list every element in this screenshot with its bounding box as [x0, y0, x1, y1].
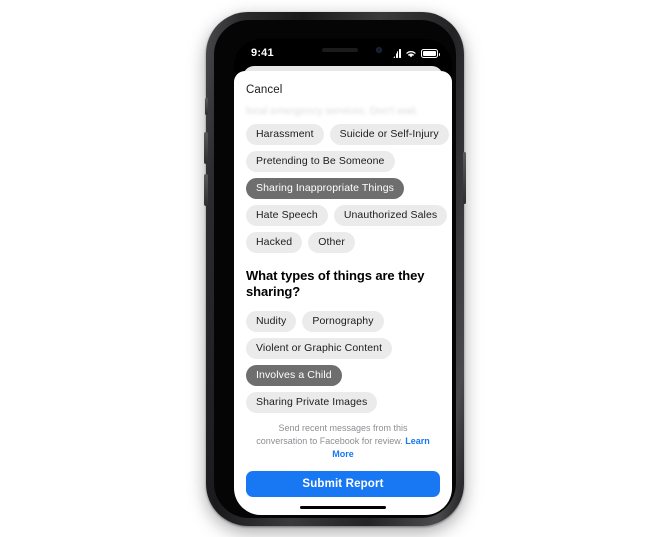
type-chip-violent-or-graphic-content[interactable]: Violent or Graphic Content [246, 337, 393, 359]
reason-chip-row: Hacked Other [246, 232, 440, 253]
reason-chip-row: Harassment Suicide or Self-Injury [246, 124, 449, 145]
reason-chip-hate-speech[interactable]: Hate Speech [246, 205, 328, 226]
type-chip-group: Nudity Pornography Violent or Graphic Cont… [246, 310, 440, 413]
type-chip-pornography[interactable]: Pornography [302, 310, 384, 332]
power-button[interactable] [462, 152, 466, 204]
volume-up-button[interactable] [204, 132, 208, 164]
reason-chip-sharing-inappropriate-things[interactable]: Sharing Inappropriate Things [246, 178, 405, 199]
reason-chip-suicide-or-self-injury[interactable]: Suicide or Self-Injury [329, 124, 449, 145]
type-chip-row: Sharing Private Images [246, 391, 440, 413]
reason-chip-row: Sharing Inappropriate Things [246, 178, 440, 199]
earpiece-speaker-icon [322, 48, 358, 52]
type-chip-row: Involves a Child [246, 364, 440, 386]
front-camera-icon [376, 47, 382, 53]
faded-scrolled-text: local emergency services. Don't wait. [246, 105, 419, 117]
volume-down-button[interactable] [204, 174, 208, 206]
home-indicator[interactable] [300, 505, 386, 509]
type-chip-involves-a-child[interactable]: Involves a Child [246, 364, 342, 386]
type-chip-sharing-private-images[interactable]: Sharing Private Images [246, 391, 378, 413]
battery-icon [421, 49, 440, 58]
reason-chip-row: Pretending to Be Someone [246, 151, 440, 172]
footer-note-text: Send recent messages from this conversat… [256, 423, 408, 447]
reason-chip-unauthorized-sales[interactable]: Unauthorized Sales [333, 205, 448, 226]
cancel-button[interactable]: Cancel [246, 84, 282, 96]
type-chip-nudity[interactable]: Nudity [246, 310, 297, 332]
sheet-header: Cancel [234, 71, 452, 100]
device-bezel: 9:41 Cancel local emergency services. Do… [214, 20, 456, 518]
reason-chip-other[interactable]: Other [308, 232, 355, 253]
sheet-body: Harassment Suicide or Self-Injury Pretendi… [234, 118, 452, 422]
phone-screen: 9:41 Cancel local emergency services. Do… [234, 39, 452, 515]
reason-chip-group: Harassment Suicide or Self-Injury Pretendi… [246, 124, 449, 253]
submit-report-button[interactable]: Submit Report [246, 470, 440, 497]
wifi-icon [406, 51, 416, 58]
question-heading: What types of things are they sharing? [246, 268, 425, 300]
phone-device-frame: 9:41 Cancel local emergency services. Do… [204, 12, 466, 526]
type-chip-row: Violent or Graphic Content [246, 337, 440, 359]
sheet-footer: Send recent messages from this conversat… [234, 422, 452, 515]
footer-note: Send recent messages from this conversat… [246, 422, 440, 461]
report-sheet: Cancel local emergency services. Don't w… [234, 71, 452, 515]
reason-chip-pretending-to-be-someone[interactable]: Pretending to Be Someone [246, 151, 395, 172]
reason-chip-row: Hate Speech Unauthorized Sales [246, 205, 448, 226]
notch [288, 39, 398, 62]
type-chip-row: Nudity Pornography [246, 310, 440, 332]
reason-chip-harassment[interactable]: Harassment [246, 124, 324, 145]
status-time: 9:41 [251, 47, 274, 59]
silence-switch[interactable] [204, 98, 208, 115]
reason-chip-hacked[interactable]: Hacked [246, 232, 303, 253]
